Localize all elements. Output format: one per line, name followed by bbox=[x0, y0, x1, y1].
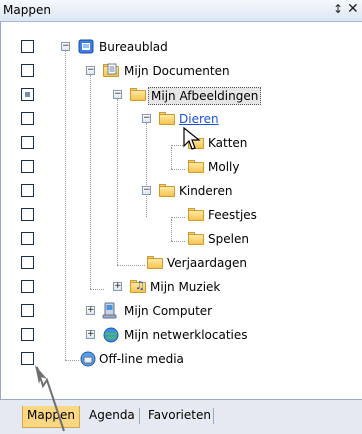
tree-item-label: Mijn Documenten bbox=[124, 64, 230, 78]
panel-titlebar: Mappen ↕ ✕ bbox=[0, 0, 362, 22]
tree-item-label: Bureaublad bbox=[99, 40, 168, 54]
computer-icon bbox=[102, 302, 120, 319]
expand-icon[interactable]: + bbox=[113, 282, 122, 291]
offline-media-icon bbox=[79, 350, 97, 367]
panel-title: Mappen bbox=[3, 3, 51, 17]
tree-line bbox=[90, 75, 91, 289]
tree-item-label: Off-line media bbox=[99, 352, 184, 366]
checkbox-off-line-media[interactable] bbox=[21, 352, 34, 365]
tab-agenda[interactable]: Agenda bbox=[85, 406, 139, 428]
tree-line bbox=[171, 217, 185, 218]
checkbox-katten[interactable] bbox=[21, 136, 34, 149]
tree-item-label: Feestjes bbox=[208, 208, 257, 222]
folder-open-icon bbox=[158, 110, 176, 126]
tree-line bbox=[65, 360, 79, 361]
tree-item-label: Verjaardagen bbox=[167, 256, 247, 270]
pointer-arrow-icon bbox=[35, 365, 65, 432]
checkbox-dieren[interactable] bbox=[21, 112, 34, 125]
checkbox-mijn-afbeeldingen[interactable] bbox=[21, 88, 34, 101]
tree-line bbox=[117, 99, 118, 265]
network-icon bbox=[102, 326, 120, 343]
tree-item-label: Spelen bbox=[208, 232, 249, 246]
pin-icon[interactable]: ↕ bbox=[333, 2, 343, 16]
checkbox-mijn-documenten[interactable] bbox=[21, 64, 34, 77]
tab-favorieten[interactable]: Favorieten bbox=[144, 406, 215, 428]
expand-icon[interactable]: + bbox=[86, 330, 95, 339]
checkbox-mijn-computer[interactable] bbox=[21, 304, 34, 317]
collapse-icon[interactable]: − bbox=[61, 42, 70, 51]
close-icon[interactable]: ✕ bbox=[347, 1, 359, 17]
folder-open-icon bbox=[158, 182, 176, 198]
tree-line bbox=[171, 147, 172, 169]
mouse-cursor-icon bbox=[183, 126, 201, 150]
tree-line bbox=[146, 123, 147, 217]
documents-folder-icon bbox=[102, 62, 120, 78]
tree-line bbox=[171, 169, 185, 170]
tree-item-label: Mijn Muziek bbox=[150, 280, 221, 294]
tree-item-label: Dieren bbox=[179, 112, 219, 126]
tree-item-label: Kinderen bbox=[179, 184, 233, 198]
checkbox-feestjes[interactable] bbox=[21, 208, 34, 221]
tree-item-label: Mijn Afbeeldingen bbox=[148, 87, 262, 105]
checkbox-verjaardagen[interactable] bbox=[21, 256, 34, 269]
checkbox-spelen[interactable] bbox=[21, 232, 34, 245]
collapse-icon[interactable]: − bbox=[142, 186, 151, 195]
desktop-icon bbox=[77, 38, 95, 54]
folder-icon bbox=[187, 206, 205, 222]
tree-line bbox=[117, 265, 145, 266]
tree-line bbox=[65, 51, 66, 360]
tree-item-label: Katten bbox=[208, 136, 248, 150]
folder-open-icon bbox=[129, 86, 147, 102]
folder-icon bbox=[146, 254, 164, 270]
collapse-icon[interactable]: − bbox=[113, 90, 122, 99]
checkbox-mijn-muziek[interactable] bbox=[21, 280, 34, 293]
checkbox-kinderen[interactable] bbox=[21, 184, 34, 197]
collapse-icon[interactable]: − bbox=[142, 114, 151, 123]
checkbox-column bbox=[1, 22, 41, 399]
checkbox-molly[interactable] bbox=[21, 160, 34, 173]
checkbox-bureaublad[interactable] bbox=[21, 40, 34, 53]
music-folder-icon: ♫ bbox=[129, 278, 147, 294]
folder-tree-panel: − Bureaublad − Mijn Documenten − Mijn Af… bbox=[0, 22, 362, 399]
tree-line bbox=[171, 241, 185, 242]
tree-item-label: Mijn Computer bbox=[124, 304, 213, 318]
tree-item-label: Molly bbox=[208, 160, 240, 174]
folder-icon bbox=[187, 230, 205, 246]
expand-icon[interactable]: + bbox=[86, 306, 95, 315]
tree-item-label: Mijn netwerklocaties bbox=[124, 328, 248, 342]
tab-separator bbox=[139, 408, 140, 424]
folder-icon bbox=[187, 158, 205, 174]
tree-line bbox=[90, 289, 104, 290]
checkbox-mijn-netwerklocaties[interactable] bbox=[21, 328, 34, 341]
collapse-icon[interactable]: − bbox=[86, 66, 95, 75]
tree-line bbox=[171, 219, 172, 241]
tab-separator bbox=[213, 408, 214, 424]
